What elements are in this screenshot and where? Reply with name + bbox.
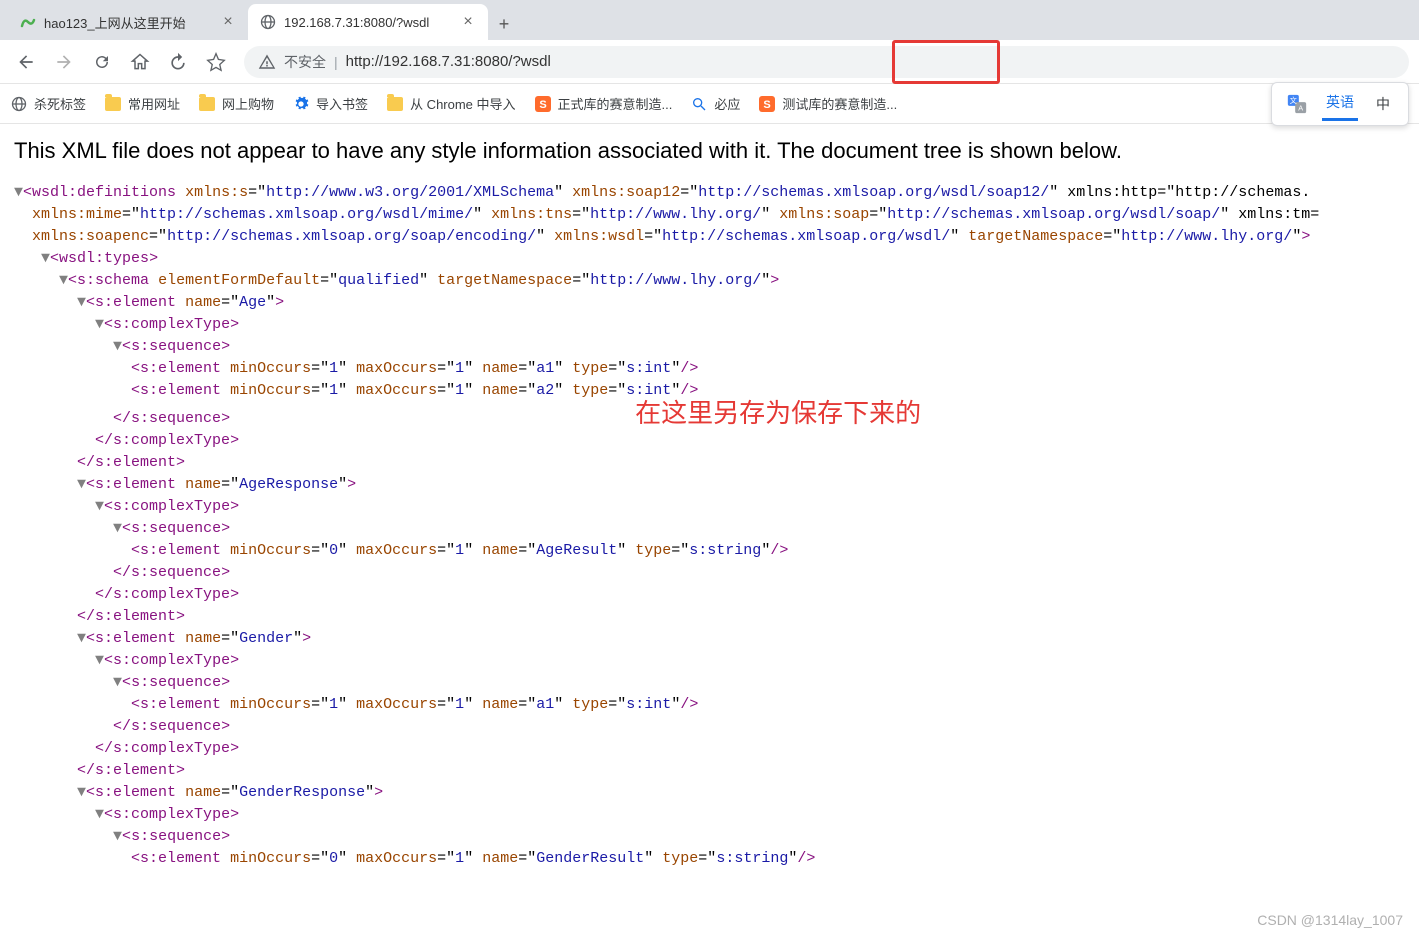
search-icon: [690, 95, 708, 113]
back-button[interactable]: [10, 46, 42, 78]
toggle-icon[interactable]: ▼: [41, 250, 50, 267]
gear-icon: [292, 95, 310, 113]
address-bar[interactable]: 不安全 | http://192.168.7.31:8080/?wsdl: [244, 46, 1409, 78]
toggle-icon[interactable]: ▼: [95, 652, 104, 669]
toggle-icon[interactable]: ▼: [113, 520, 122, 537]
bookmark-test-saie[interactable]: S 测试库的赛意制造...: [758, 94, 897, 113]
toggle-icon[interactable]: ▼: [113, 674, 122, 691]
undo-button[interactable]: [162, 46, 194, 78]
toggle-icon[interactable]: ▼: [113, 828, 122, 845]
toolbar: 不安全 | http://192.168.7.31:8080/?wsdl: [0, 40, 1419, 84]
bookmark-label: 杀死标签: [34, 94, 86, 113]
bookmark-label: 常用网址: [128, 94, 180, 113]
warning-icon: [258, 53, 276, 71]
toggle-icon[interactable]: ▼: [14, 184, 23, 201]
home-button[interactable]: [124, 46, 156, 78]
translate-lang-active[interactable]: 英语: [1322, 86, 1358, 121]
toggle-icon[interactable]: ▼: [95, 316, 104, 333]
bookmarks-bar: 杀死标签 常用网址 网上购物 导入书签 从 Chrome 中导入 S 正式库的赛…: [0, 84, 1419, 124]
svg-text:S: S: [539, 99, 546, 111]
translate-icon: 文A: [1286, 93, 1308, 115]
bookmark-common-sites[interactable]: 常用网址: [104, 94, 180, 113]
s-icon: S: [758, 95, 776, 113]
bookmark-label: 正式库的赛意制造...: [558, 94, 673, 113]
url-text: http://192.168.7.31:8080/?wsdl: [346, 53, 1395, 70]
bookmark-label: 导入书签: [316, 94, 368, 113]
toggle-icon[interactable]: ▼: [77, 294, 86, 311]
favicon-globe: [260, 14, 276, 30]
toggle-icon[interactable]: ▼: [59, 272, 68, 289]
tab-hao123[interactable]: hao123_上网从这里开始 ×: [8, 4, 248, 40]
toggle-icon[interactable]: ▼: [113, 338, 122, 355]
bookmark-label: 必应: [714, 94, 740, 113]
translate-lang-other[interactable]: 中: [1372, 88, 1394, 120]
bookmark-label: 测试库的赛意制造...: [782, 94, 897, 113]
bookmark-star-button[interactable]: [200, 46, 232, 78]
globe-icon: [10, 95, 28, 113]
bookmark-kill-tab[interactable]: 杀死标签: [10, 94, 86, 113]
toggle-icon[interactable]: ▼: [77, 476, 86, 493]
tab-title: hao123_上网从这里开始: [44, 13, 212, 32]
toggle-icon[interactable]: ▼: [95, 806, 104, 823]
translate-popup[interactable]: 文A 英语 中: [1271, 82, 1409, 126]
tab-bar: hao123_上网从这里开始 × 192.168.7.31:8080/?wsdl…: [0, 0, 1419, 40]
forward-button[interactable]: [48, 46, 80, 78]
separator: |: [334, 54, 338, 70]
bookmark-bing[interactable]: 必应: [690, 94, 740, 113]
reload-button[interactable]: [86, 46, 118, 78]
toggle-icon[interactable]: ▼: [95, 498, 104, 515]
toggle-icon[interactable]: ▼: [77, 784, 86, 801]
tab-title: 192.168.7.31:8080/?wsdl: [284, 15, 452, 30]
folder-icon: [386, 95, 404, 113]
bookmark-label: 从 Chrome 中导入: [410, 94, 515, 113]
svg-text:A: A: [1298, 103, 1303, 112]
svg-text:S: S: [764, 99, 771, 111]
bookmark-chrome-import[interactable]: 从 Chrome 中导入: [386, 94, 515, 113]
tab-wsdl[interactable]: 192.168.7.31:8080/?wsdl ×: [248, 4, 488, 40]
bookmark-label: 网上购物: [222, 94, 274, 113]
new-tab-button[interactable]: +: [488, 8, 520, 40]
folder-icon: [198, 95, 216, 113]
bookmark-prod-saie[interactable]: S 正式库的赛意制造...: [534, 94, 673, 113]
close-icon[interactable]: ×: [460, 14, 476, 30]
xml-notice: This XML file does not appear to have an…: [14, 138, 1405, 164]
bookmark-shopping[interactable]: 网上购物: [198, 94, 274, 113]
toggle-icon[interactable]: ▼: [77, 630, 86, 647]
bookmark-import[interactable]: 导入书签: [292, 94, 368, 113]
folder-icon: [104, 95, 122, 113]
s-icon: S: [534, 95, 552, 113]
page-content: This XML file does not appear to have an…: [0, 124, 1419, 884]
xml-tree: ▼<wsdl:definitions xmlns:s="http://www.w…: [14, 182, 1405, 870]
watermark: CSDN @1314lay_1007: [1257, 912, 1403, 928]
annotation-text: 在这里另存为保存下来的: [635, 398, 921, 428]
svg-text:文: 文: [1290, 96, 1298, 105]
security-label: 不安全: [284, 52, 326, 72]
close-icon[interactable]: ×: [220, 14, 236, 30]
favicon-hao123: [20, 14, 36, 30]
